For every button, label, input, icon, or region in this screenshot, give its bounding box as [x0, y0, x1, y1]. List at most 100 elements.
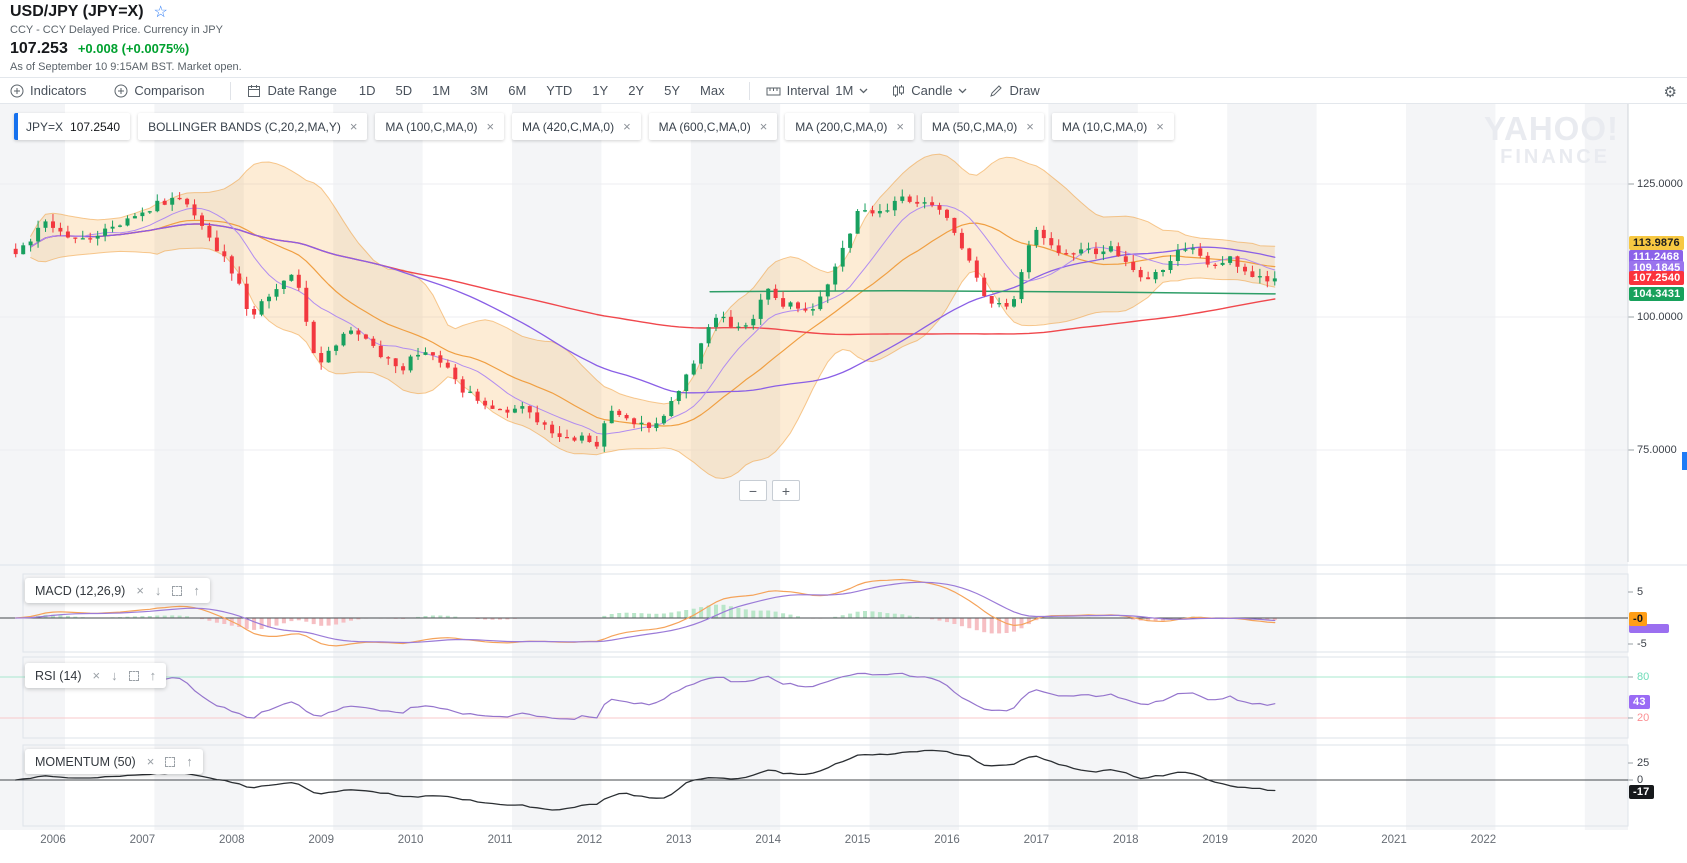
range-3m[interactable]: 3M: [470, 83, 488, 98]
draw-label: Draw: [1009, 83, 1040, 98]
move-up-icon[interactable]: ↑: [186, 754, 193, 769]
symbol-pill-ticker: JPY=X: [26, 119, 64, 134]
toolbar-divider: [748, 81, 750, 100]
move-up-icon[interactable]: ↑: [193, 583, 200, 598]
rsi-axis-tick: 80: [1637, 671, 1650, 683]
chart-type-dropdown[interactable]: Candle: [892, 83, 967, 98]
x-axis-year: 2021: [1381, 834, 1407, 846]
date-range-button[interactable]: Date Range: [247, 83, 337, 98]
pill-ma-600[interactable]: MA (600,C,MA,0) ×: [648, 113, 778, 140]
yahoo-finance-chart-app: USD/JPY (JPY=X) ☆ CCY - CCY Delayed Pric…: [0, 0, 1687, 863]
symbol-pill-value: 107.2540: [70, 119, 121, 134]
price-badge: 104.3431: [1629, 286, 1685, 301]
pill-label: MA (600,C,MA,0): [658, 119, 751, 134]
current-price: 107.253: [10, 40, 68, 57]
momentum-panel-label: MOMENTUM (50) × ↑: [25, 749, 203, 774]
move-up-icon[interactable]: ↑: [150, 668, 157, 683]
pill-ma-100[interactable]: MA (100,C,MA,0) ×: [375, 113, 505, 140]
move-down-icon[interactable]: ↓: [155, 583, 162, 598]
pill-label: MA (420,C,MA,0): [522, 119, 615, 134]
macd-badge: -0: [1629, 612, 1648, 627]
range-max[interactable]: Max: [700, 83, 725, 98]
price-axis-tick: 100.0000: [1637, 311, 1683, 323]
interval-dropdown[interactable]: Interval 1M: [766, 83, 869, 98]
close-icon[interactable]: ×: [136, 583, 144, 598]
chevron-down-icon: [859, 88, 868, 93]
expand-icon[interactable]: [128, 670, 139, 681]
rsi-axis-tick: 20: [1637, 711, 1650, 724]
price-badge: 113.9876: [1629, 235, 1684, 250]
close-icon[interactable]: ×: [93, 668, 101, 683]
pill-bollinger-bands[interactable]: BOLLINGER BANDS (C,20,2,MA,Y) ×: [138, 113, 368, 140]
pill-label: BOLLINGER BANDS (C,20,2,MA,Y): [148, 119, 341, 134]
pill-ma-200[interactable]: MA (200,C,MA,0) ×: [785, 113, 914, 140]
move-down-icon[interactable]: ↓: [111, 668, 118, 683]
chevron-down-icon: [959, 88, 967, 93]
x-axis-year: 2008: [219, 834, 245, 846]
interval-value: 1M: [835, 83, 854, 98]
close-icon[interactable]: ×: [350, 119, 358, 134]
zoom-out-button[interactable]: −: [739, 480, 767, 501]
toolbar-divider: [230, 81, 232, 100]
range-5d[interactable]: 5D: [395, 83, 412, 98]
range-6m[interactable]: 6M: [508, 83, 526, 98]
settings-gear-icon[interactable]: ⚙: [1664, 78, 1677, 105]
momentum-badge: -17: [1629, 784, 1654, 799]
rsi-badge: 43: [1629, 695, 1650, 710]
zoom-in-button[interactable]: +: [772, 480, 800, 501]
indicators-label: Indicators: [30, 83, 87, 98]
pill-label: MA (100,C,MA,0): [385, 119, 478, 134]
x-axis-year: 2020: [1291, 834, 1318, 846]
momentum-axis-tick: 25: [1637, 757, 1650, 769]
close-icon[interactable]: ×: [760, 119, 768, 134]
range-1y[interactable]: 1Y: [592, 83, 608, 98]
x-axis-year: 2014: [755, 834, 781, 846]
chart-toolbar: Indicators Comparison Date Range 1D 5D 1…: [0, 77, 1687, 104]
x-axis-year: 2019: [1202, 834, 1228, 846]
range-ytd[interactable]: YTD: [546, 83, 572, 98]
close-icon[interactable]: ×: [896, 119, 904, 134]
watchlist-star-icon[interactable]: ☆: [154, 2, 168, 22]
draw-button[interactable]: Draw: [989, 83, 1040, 98]
close-icon[interactable]: ×: [1156, 119, 1164, 134]
close-icon[interactable]: ×: [486, 119, 494, 134]
price-axis-tick: 125.0000: [1637, 178, 1683, 190]
price-chart-canvas[interactable]: [0, 104, 1687, 863]
pill-label: MA (50,C,MA,0): [931, 119, 1018, 134]
indicators-button[interactable]: Indicators: [10, 83, 86, 98]
x-axis-year: 2015: [844, 834, 871, 846]
close-icon[interactable]: ×: [623, 119, 631, 134]
x-axis-year: 2018: [1113, 834, 1139, 846]
price-change: +0.008 (+0.0075%): [77, 41, 190, 56]
comparison-button[interactable]: Comparison: [114, 83, 204, 98]
close-icon[interactable]: ×: [147, 754, 155, 769]
chart-region: YAHOO! FINANCE JPY=X 107.2540 BOLLINGER …: [0, 104, 1687, 863]
range-1d[interactable]: 1D: [359, 83, 376, 98]
scrollbar-thumb[interactable]: [1682, 452, 1687, 470]
rsi-panel-label: RSI (14) × ↓ ↑: [25, 663, 167, 688]
x-axis-year: 2010: [397, 834, 424, 846]
x-axis-year: 2022: [1470, 834, 1497, 846]
x-axis-year: 2016: [934, 834, 960, 846]
pill-ma-50[interactable]: MA (50,C,MA,0) ×: [921, 113, 1044, 140]
x-axis-year: 2017: [1023, 834, 1050, 846]
symbol-pill[interactable]: JPY=X 107.2540: [14, 113, 131, 140]
candlestick-icon: [893, 84, 905, 97]
zoom-controls: − +: [739, 480, 800, 501]
expand-icon[interactable]: [165, 756, 176, 767]
pill-ma-420[interactable]: MA (420,C,MA,0) ×: [512, 113, 641, 140]
macd-label: MACD (12,26,9): [35, 583, 126, 598]
range-5y[interactable]: 5Y: [664, 83, 680, 98]
chart-type-label: Candle: [911, 83, 953, 98]
pill-label: MA (10,C,MA,0): [1061, 119, 1148, 134]
close-icon[interactable]: ×: [1026, 119, 1034, 134]
range-1m[interactable]: 1M: [432, 83, 450, 98]
expand-icon[interactable]: [172, 585, 183, 596]
pill-ma-10[interactable]: MA (10,C,MA,0) ×: [1051, 113, 1174, 140]
momentum-label: MOMENTUM (50): [35, 754, 136, 769]
pill-label: MA (200,C,MA,0): [795, 119, 888, 134]
plus-circle-icon: [114, 84, 128, 97]
comparison-label: Comparison: [134, 83, 205, 98]
range-2y[interactable]: 2Y: [628, 83, 644, 98]
x-axis-year: 2007: [129, 834, 156, 846]
